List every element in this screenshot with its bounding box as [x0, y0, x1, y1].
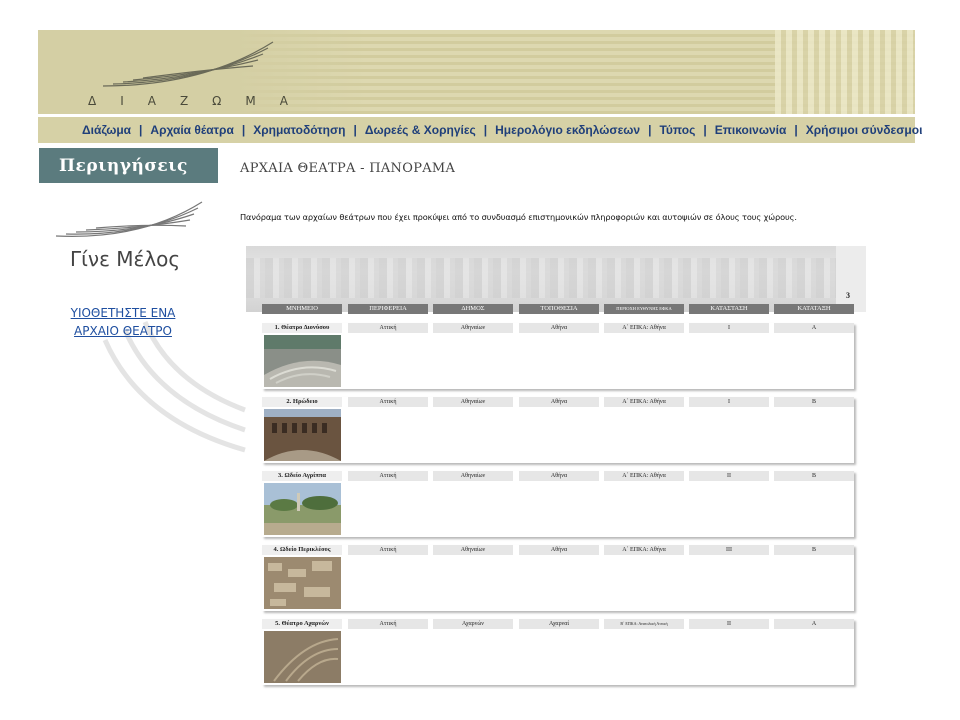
ephorate-cell: Α΄ ΕΠΚΑ: Αθήνα — [604, 323, 684, 333]
classification-cell: A — [774, 323, 854, 333]
nav-separator: | — [353, 123, 357, 137]
nav-item-diazoma[interactable]: Διάζωμα — [82, 123, 131, 137]
status-cell: I — [689, 323, 769, 333]
municipality-cell: Αθηναίων — [433, 397, 513, 407]
page-title: ΑΡΧΑΙΑ ΘΕΑΤΡΑ - ΠΑΝΟΡΑΜΑ — [240, 161, 456, 176]
column-header-monument: ΜΝΗΜΕΙΟ — [262, 304, 342, 314]
adopt-theatre-link[interactable]: ΥΙΟΘΕΤΗΣΤΕ ΕΝΑ ΑΡΧΑΙΟ ΘΕΑΤΡΟ — [58, 304, 188, 340]
theatre-thumbnail[interactable] — [264, 631, 341, 683]
classification-cell: A — [774, 619, 854, 629]
theatre-thumbnail[interactable] — [264, 557, 341, 609]
column-headers: ΜΝΗΜΕΙΟ ΠΕΡΙΦΕΡΕΙΑ ΔΗΜΟΣ ΤΟΠΟΘΕΣΙΑ ΠΕΡΙΟ… — [262, 304, 856, 314]
location-cell: Αθήνα — [519, 323, 599, 333]
nav-separator: | — [139, 123, 143, 137]
theatre-thumbnail[interactable] — [264, 483, 341, 535]
adopt-link-line1: ΥΙΟΘΕΤΗΣΤΕ ΕΝΑ — [70, 306, 176, 320]
panorama-header-image — [246, 246, 866, 312]
ephorate-cell: Α΄ ΕΠΚΑ: Αθήνα — [604, 545, 684, 555]
column-header-municipality: ΔΗΜΟΣ — [433, 304, 513, 314]
table-row[interactable]: 1. Θέατρο Διονύσου Αττική Αθηναίων Αθήνα… — [262, 323, 854, 389]
monument-name[interactable]: 2. Ηρώδειο — [262, 397, 342, 407]
table-row[interactable]: 5. Θέατρο Αχαρνών Αττική Αχαρνών Αχαρναί… — [262, 619, 854, 685]
nav-item-useful-links[interactable]: Χρήσιμοι σύνδεσμοι — [806, 123, 923, 137]
location-cell: Αχαρναί — [519, 619, 599, 629]
table-row[interactable]: 4. Ωδείο Περικλέους Αττική Αθηναίων Αθήν… — [262, 545, 854, 611]
intro-text: Πανόραμα των αρχαίων θεάτρων που έχει πρ… — [240, 212, 797, 222]
location-cell: Αθήνα — [519, 545, 599, 555]
monument-name[interactable]: 5. Θέατρο Αχαρνών — [262, 619, 342, 629]
status-cell: I — [689, 397, 769, 407]
status-cell: II — [689, 471, 769, 481]
page-number: 3 — [846, 291, 850, 300]
table-row[interactable]: 2. Ηρώδειο Αττική Αθηναίων Αθήνα Α΄ ΕΠΚΑ… — [262, 397, 854, 463]
main-nav: Διάζωμα | Αρχαία θέατρα | Χρηματοδότηση … — [38, 117, 922, 143]
ephorate-cell: Β΄ ΕΠΚΑ: Ανατολική Αττική — [604, 619, 684, 629]
nav-separator: | — [241, 123, 246, 137]
status-cell: III — [689, 545, 769, 555]
region-cell: Αττική — [348, 471, 428, 481]
ephorate-cell: Α΄ ΕΠΚΑ: Αθήνα — [604, 397, 684, 407]
banner-ruins-image — [775, 30, 915, 114]
location-cell: Αθήνα — [519, 397, 599, 407]
municipality-cell: Αθηναίων — [433, 323, 513, 333]
column-header-location: ΤΟΠΟΘΕΣΙΑ — [519, 304, 599, 314]
monument-name[interactable]: 1. Θέατρο Διονύσου — [262, 323, 342, 333]
member-logo-icon[interactable] — [52, 196, 212, 248]
classification-cell: B — [774, 545, 854, 555]
status-cell: II — [689, 619, 769, 629]
location-cell: Αθήνα — [519, 471, 599, 481]
column-header-classification: ΚΑΤΑΤΑΞΗ — [774, 304, 854, 314]
nav-separator: | — [703, 123, 707, 137]
classification-cell: B — [774, 471, 854, 481]
monument-name[interactable]: 4. Ωδείο Περικλέους — [262, 545, 342, 555]
column-header-ephorate: ΠΕΡΙΟΧΗ ΕΥΘΥΝΗΣ ΕΦΚΑ — [604, 304, 684, 314]
region-cell: Αττική — [348, 397, 428, 407]
column-header-status: ΚΑΤΑΣΤΑΣΗ — [689, 304, 769, 314]
municipality-cell: Αθηναίων — [433, 471, 513, 481]
diazoma-logo-icon — [102, 41, 274, 87]
region-cell: Αττική — [348, 619, 428, 629]
header-banner: ΔΙΑΖΩΜΑ — [38, 30, 915, 114]
adopt-link-line2: ΑΡΧΑΙΟ ΘΕΑΤΡΟ — [74, 324, 172, 338]
column-header-region: ΠΕΡΙΦΕΡΕΙΑ — [348, 304, 428, 314]
nav-item-events-calendar[interactable]: Ημερολόγιο εκδηλώσεων — [495, 123, 640, 137]
monument-name[interactable]: 3. Ωδείο Αγρίππα — [262, 471, 342, 481]
region-cell: Αττική — [348, 545, 428, 555]
section-title: Περιηγήσεις — [39, 148, 218, 183]
nav-item-funding[interactable]: Χρηματοδότηση — [253, 123, 345, 137]
theatre-thumbnail[interactable] — [264, 335, 341, 387]
ephorate-cell: Α΄ ΕΠΚΑ: Αθήνα — [604, 471, 684, 481]
municipality-cell: Αθηναίων — [433, 545, 513, 555]
logo-wordmark: ΔΙΑΖΩΜΑ — [88, 94, 312, 108]
theatre-thumbnail[interactable] — [264, 409, 341, 461]
table-row[interactable]: 3. Ωδείο Αγρίππα Αττική Αθηναίων Αθήνα Α… — [262, 471, 854, 537]
nav-item-donations[interactable]: Δωρεές & Χορηγίες — [365, 123, 476, 137]
region-cell: Αττική — [348, 323, 428, 333]
nav-separator: | — [483, 123, 488, 137]
nav-item-contact[interactable]: Επικοινωνία — [715, 123, 787, 137]
nav-separator: | — [794, 123, 798, 137]
classification-cell: B — [774, 397, 854, 407]
nav-separator: | — [648, 123, 652, 137]
nav-item-ancient-theatres[interactable]: Αρχαία θέατρα — [150, 123, 233, 137]
nav-item-press[interactable]: Τύπος — [659, 123, 695, 137]
municipality-cell: Αχαρνών — [433, 619, 513, 629]
become-member-link[interactable]: Γίνε Μέλος — [70, 247, 180, 271]
